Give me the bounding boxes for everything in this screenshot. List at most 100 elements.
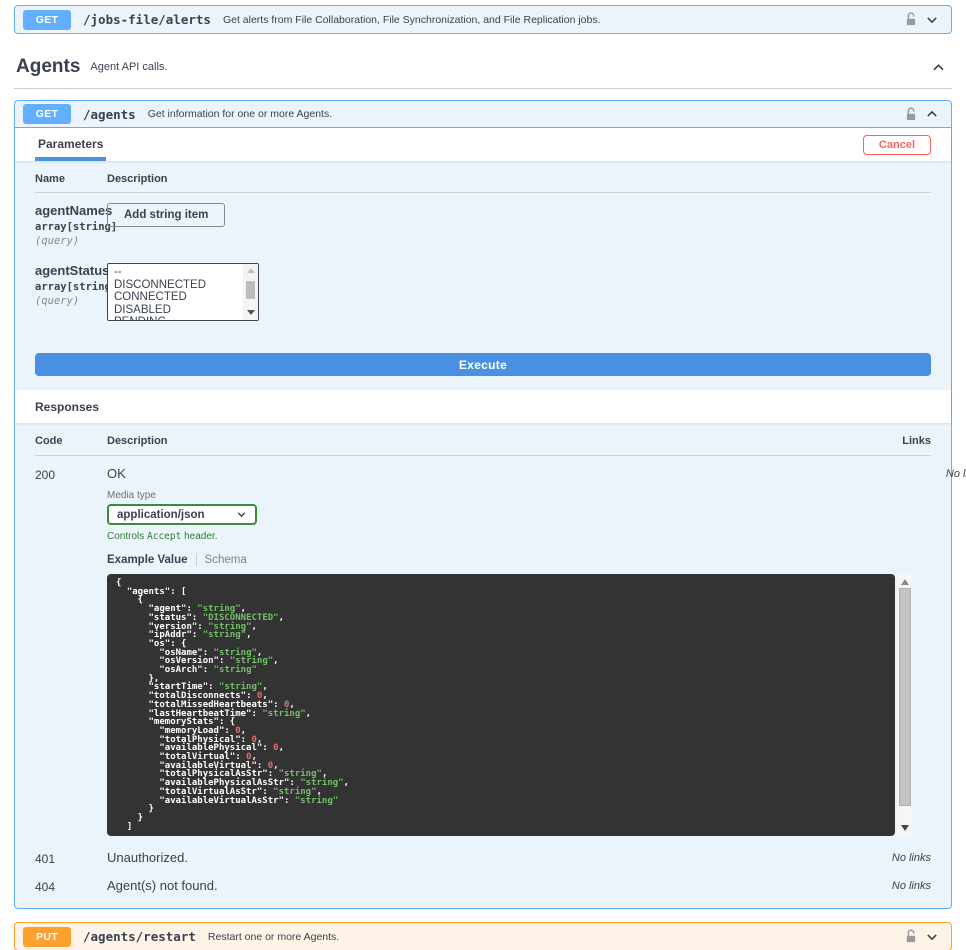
response-links: No links (915, 466, 966, 836)
unlock-icon (905, 929, 917, 944)
cancel-button[interactable]: Cancel (863, 135, 931, 155)
expand-button[interactable] (921, 13, 943, 27)
endpoint-description: Restart one or more Agents. (208, 931, 901, 943)
code-scrollbar[interactable] (897, 574, 913, 836)
endpoint-path: /agents (83, 107, 136, 122)
responses-table: Code Description Links 200 OK Media type… (15, 423, 951, 908)
scroll-down-icon[interactable] (247, 310, 255, 315)
chevron-up-icon (931, 60, 946, 75)
response-links: No links (861, 850, 931, 866)
response-links: No links (861, 878, 931, 894)
response-description: OK (107, 466, 913, 481)
parameter-name: agentNames (35, 203, 105, 218)
agents-section-header[interactable]: Agents Agent API calls. (14, 50, 952, 89)
listbox-option[interactable]: PENDING (108, 316, 243, 320)
scroll-up-icon[interactable] (901, 579, 909, 585)
response-row-200: 200 OK Media type application/json Contr… (35, 466, 931, 836)
auth-lock-button[interactable] (901, 107, 921, 122)
auth-lock-button[interactable] (901, 12, 921, 27)
parameter-value-cell: Add string item (107, 203, 931, 247)
responses-title: Responses (35, 400, 99, 414)
http-method-badge: GET (23, 104, 71, 124)
media-type-value: application/json (117, 509, 236, 521)
responses-header: Responses (15, 390, 951, 423)
scrollbar-thumb[interactable] (899, 588, 911, 806)
response-description-cell: OK Media type application/json Controls … (107, 466, 913, 836)
scrollbar-thumb[interactable] (246, 281, 255, 299)
name-column-header: Name (35, 173, 105, 185)
endpoint-path: /jobs-file/alerts (83, 12, 211, 27)
endpoint-agents-restart: PUT /agents/restart Restart one or more … (14, 922, 952, 950)
auth-lock-button[interactable] (901, 929, 921, 944)
collapse-section-button[interactable] (927, 60, 950, 75)
media-type-select[interactable]: application/json (107, 504, 257, 525)
example-code-wrapper: { "agents": [ { "agent": "string", "stat… (107, 574, 913, 836)
section-subtitle: Agent API calls. (90, 61, 927, 73)
endpoint-summary-agents-restart[interactable]: PUT /agents/restart Restart one or more … (15, 923, 951, 950)
response-description: Agent(s) not found. (107, 878, 859, 894)
execute-button[interactable]: Execute (35, 353, 931, 376)
listbox-option[interactable]: CONNECTED (108, 291, 243, 304)
agent-status-listbox[interactable]: -- DISCONNECTED CONNECTED DISABLED PENDI… (107, 263, 259, 321)
description-column-header: Description (107, 435, 859, 447)
endpoint-summary-jobs-file-alerts[interactable]: GET /jobs-file/alerts Get alerts from Fi… (15, 6, 951, 33)
listbox-option[interactable]: DISCONNECTED (108, 279, 243, 292)
response-row-401: 401 Unauthorized. No links (35, 850, 931, 866)
tab-schema[interactable]: Schema (205, 554, 247, 566)
chevron-down-icon (925, 930, 939, 944)
parameter-row-agent-status: agentStatus array[string] (query) -- DIS… (35, 263, 931, 321)
listbox-scrollbar[interactable] (243, 264, 258, 320)
swagger-api-page: GET /jobs-file/alerts Get alerts from Fi… (0, 0, 966, 950)
endpoint-jobs-file-alerts: GET /jobs-file/alerts Get alerts from Fi… (14, 5, 952, 34)
expand-button[interactable] (921, 930, 943, 944)
chevron-up-icon (925, 107, 939, 121)
tab-parameters[interactable]: Parameters (35, 128, 106, 161)
parameter-type: array[string] (35, 281, 105, 293)
parameter-name-cell: agentNames array[string] (query) (35, 203, 105, 247)
accept-code: Accept (147, 531, 181, 542)
parameter-row-agent-names: agentNames array[string] (query) Add str… (35, 203, 931, 247)
endpoint-description: Get alerts from File Collaboration, File… (223, 14, 901, 26)
code-column-header: Code (35, 435, 105, 447)
parameters-tab-header: Parameters Cancel (15, 128, 951, 161)
description-column-header: Description (107, 173, 931, 185)
collapse-button[interactable] (921, 107, 943, 121)
response-code: 200 (35, 466, 105, 836)
response-row-404: 404 Agent(s) not found. No links (35, 878, 931, 894)
endpoint-summary-agents[interactable]: GET /agents Get information for one or m… (15, 101, 951, 128)
add-string-item-button[interactable]: Add string item (107, 203, 225, 227)
parameter-location: (query) (35, 295, 105, 307)
parameter-type: array[string] (35, 221, 105, 233)
scroll-up-icon[interactable] (247, 268, 255, 273)
endpoint-agents-get: GET /agents Get information for one or m… (14, 100, 952, 909)
listbox-option[interactable]: DISABLED (108, 304, 243, 317)
parameters-area: Name Description agentNames array[string… (15, 161, 951, 345)
media-type-label: Media type (107, 490, 913, 501)
listbox-options: -- DISCONNECTED CONNECTED DISABLED PENDI… (108, 264, 243, 320)
chevron-down-icon (236, 509, 247, 520)
parameters-table-head: Name Description (35, 173, 931, 193)
listbox-option[interactable]: -- (108, 266, 243, 279)
scroll-down-icon[interactable] (901, 825, 909, 831)
response-description: Unauthorized. (107, 850, 859, 866)
example-schema-tabs: Example Value Schema (107, 553, 913, 566)
section-title: Agents (16, 56, 80, 78)
parameter-name: agentStatus (35, 263, 105, 278)
tab-parameters-label: Parameters (38, 137, 103, 151)
links-column-header: Links (861, 435, 931, 447)
tab-divider (196, 553, 197, 566)
unlock-icon (905, 107, 917, 122)
parameter-location: (query) (35, 235, 105, 247)
accept-header-hint: Controls Accept header. (107, 531, 913, 542)
response-code: 404 (35, 878, 105, 894)
unlock-icon (905, 12, 917, 27)
example-json-code: { "agents": [ { "agent": "string", "stat… (107, 574, 895, 836)
tab-example-value[interactable]: Example Value (107, 554, 188, 566)
endpoint-description: Get information for one or more Agents. (148, 108, 901, 120)
responses-table-head: Code Description Links (35, 435, 931, 456)
endpoint-path: /agents/restart (83, 929, 196, 944)
execute-wrapper: Execute (15, 345, 951, 390)
parameter-value-cell: -- DISCONNECTED CONNECTED DISABLED PENDI… (107, 263, 931, 321)
response-code: 401 (35, 850, 105, 866)
http-method-badge: PUT (23, 927, 71, 947)
